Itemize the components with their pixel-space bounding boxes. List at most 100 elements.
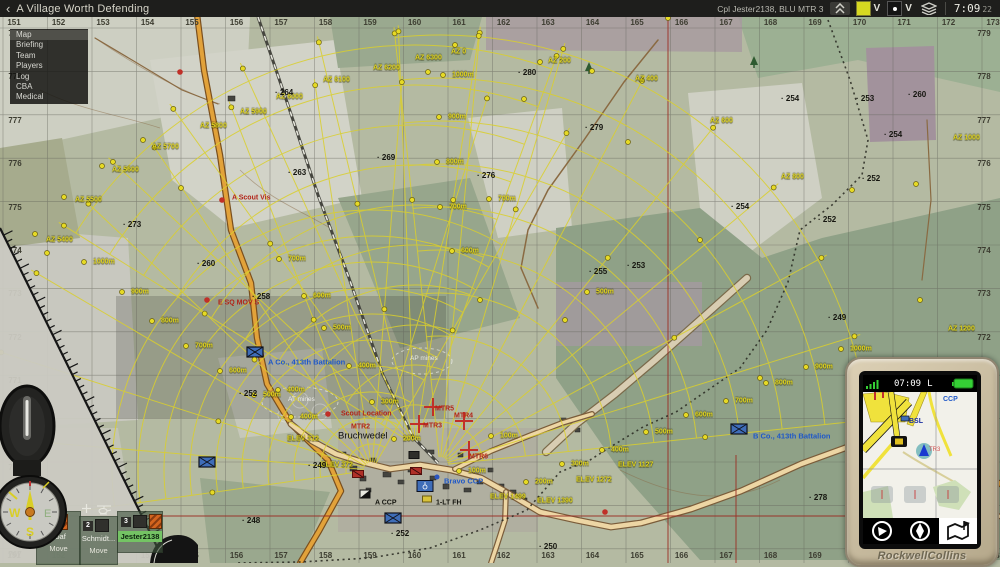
gps-brand: RockwellCollins [847,550,997,562]
registration-cross [455,412,473,430]
elevation-label: ELEV 1499 [490,494,526,501]
signal-icon [866,379,880,389]
dot-marker-icon [893,7,897,11]
gps-compass-button[interactable] [901,518,939,544]
azimuth-label: AZ 6100 [323,77,350,84]
squad-status-icons [82,504,112,515]
spot-height: · 276 [477,172,495,180]
gps-ccp-label: CCP [943,396,958,403]
range-dot [698,238,703,243]
ccp-flag-icon [360,490,370,498]
range-label: 600m [229,368,247,375]
elevation-label: ELEV 312 [287,436,319,443]
mission-clock: 7:09 22 [945,2,1000,15]
grid-col-label: 160 [408,19,421,27]
menu-item-players[interactable]: Players [10,61,88,71]
range-dot [347,364,352,369]
range-dot [640,78,645,83]
squad-card-schmidt[interactable]: 2 Schmidt... Move [79,516,118,565]
grid-col-label: 173 [986,19,999,27]
range-dot [100,164,105,169]
gps-device: 07:09 L [845,357,999,567]
grid-col-label: 157 [274,552,287,560]
azimuth-label: AZ 6200 [373,65,400,72]
spot-height: · 253 [856,95,874,103]
marker-shape-dropdown[interactable]: V [905,3,912,14]
gps-nav-button[interactable] [863,518,901,544]
menu-item-log[interactable]: Log [10,72,88,82]
squad-card-jester2138[interactable]: 3 Jester2138 [117,511,163,553]
spot-height: · 263 [288,169,306,177]
range-label: 800m [446,159,464,166]
range-dot [758,376,763,381]
grid-col-label: 166 [675,552,688,560]
range-dot [485,96,490,101]
range-dot [252,357,257,362]
black-marker-label: A CCP [375,500,397,507]
range-label: 400m [300,414,318,421]
grid-col-label: 161 [452,552,465,560]
grid-col-label: 166 [675,19,688,27]
blue-unit-label: B Co., 413th Battalion [753,432,831,440]
range-label: 200m [403,436,421,443]
range-label: 500m [333,325,351,332]
red-marker-label: MTR3 [423,423,442,430]
gps-map-button[interactable] [939,518,977,544]
grid-col-label: 158 [319,552,332,560]
grid-col-label: 155 [185,19,198,27]
range-label: 400m [611,447,629,454]
mine-area-label: AP mines [410,356,438,363]
range-dot [563,318,568,323]
blue-unit-label: Bravo CCP [444,477,483,485]
range-dot [605,255,610,260]
svg-text:E: E [44,508,51,520]
range-label: 800m [775,380,793,387]
range-dot [152,145,157,150]
range-label: 500m [655,429,673,436]
grid-col-label: 158 [319,19,332,27]
back-button[interactable]: ‹ [6,1,10,16]
range-dot [150,319,155,324]
collapse-button[interactable] [830,2,850,15]
grid-row-label: 772 [8,334,21,342]
menu-item-briefing[interactable]: Briefing [10,40,88,50]
gps-status-bar: 07:09 L [863,375,977,392]
marker-color-swatch[interactable] [856,1,871,16]
azimuth-label: AZ 1200 [948,326,975,333]
range-dot [45,251,50,256]
range-dot [179,186,184,191]
range-dot [252,393,257,398]
marker-shape-swatch[interactable] [887,1,902,16]
range-dot [600,448,605,453]
red-marker-label: A Scout Vis [232,195,271,202]
azimuth-label: AZ 6000 [276,94,303,101]
grid-col-label: 163 [541,19,554,27]
azimuth-label: AZ 0 [451,49,466,56]
elevation-label: ELEV 372 [321,462,353,469]
menu-item-map[interactable]: Map [10,30,88,40]
yellow-unit-icon [423,496,432,502]
range-label: 700m [288,256,306,263]
menu-item-team[interactable]: Team [10,51,88,61]
range-dot [437,115,442,120]
menu-item-medical[interactable]: Medical [10,92,88,102]
range-dot [564,131,569,136]
svg-text:W: W [9,506,21,520]
gps-bsl-label: BSL [909,418,923,425]
spot-height: · 280 [518,69,536,77]
grid-row-label: 779 [977,30,990,38]
grid-col-label: 162 [497,19,510,27]
player-info: Cpl Jester2138, BLU MTR 3 [717,4,823,14]
range-dot [684,413,689,418]
menu-item-cba[interactable]: CBA [10,82,88,92]
grid-col-label: 172 [942,19,955,27]
range-dot [450,249,455,254]
unit-name: Schmidt... [80,534,117,543]
layers-icon[interactable] [919,2,939,15]
compass-tool[interactable]: W S E [0,382,71,562]
range-label: 600m [695,412,713,419]
marker-color-dropdown[interactable]: V [874,3,881,14]
range-label: 1000m [452,72,474,79]
azimuth-label: AZ 5700 [152,144,179,151]
range-label: 900m [815,364,833,371]
